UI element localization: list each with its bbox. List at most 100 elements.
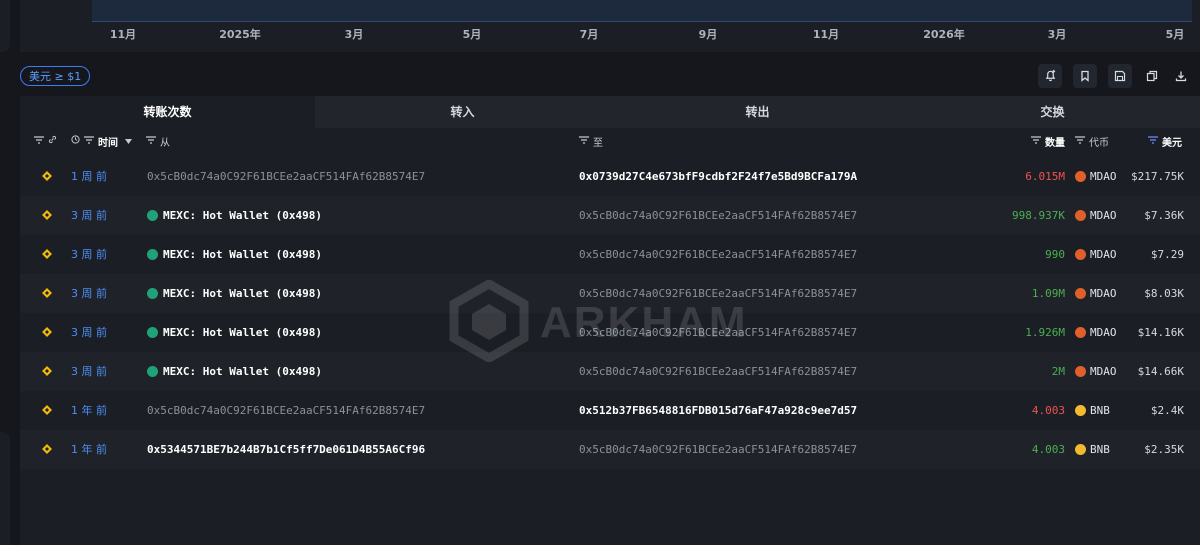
from-address[interactable]: MEXC: Hot Wallet (0x498) <box>147 313 567 352</box>
from-address[interactable]: MEXC: Hot Wallet (0x498) <box>147 274 567 313</box>
x-tick-label: 11月 <box>109 28 137 41</box>
usd-value: $217.75K <box>1131 170 1184 183</box>
from-address[interactable]: 0x5cB0dc74a0C92F61BCEe2aaCF514FAf62B8574… <box>147 157 567 196</box>
chart-plot-area <box>92 0 1192 22</box>
usd-value: $14.16K <box>1137 326 1184 339</box>
from-address-text: 0x5cB0dc74a0C92F61BCEe2aaCF514FAf62B8574… <box>147 170 426 183</box>
token-symbol: BNB <box>1090 443 1110 456</box>
transfer-tabs: 转账次数 转入 转出 交换 <box>20 96 1200 128</box>
from-address-text: MEXC: Hot Wallet (0x498) <box>163 248 322 261</box>
chain-icon <box>42 235 52 274</box>
amount-value: 998.937K <box>1012 209 1065 222</box>
to-address[interactable]: 0x5cB0dc74a0C92F61BCEe2aaCF514FAf62B8574… <box>579 235 999 274</box>
filter-icon <box>1031 135 1041 147</box>
time-link[interactable]: 3 周 前 <box>71 274 131 313</box>
save-icon <box>1114 67 1126 86</box>
x-tick-label: 5月 <box>462 28 482 41</box>
amount-value: 1.926M <box>1025 326 1065 339</box>
transfers-table: 转账次数 转入 转出 交换 时间 从 至 数量 代币 美元 1 周 前 0x5c… <box>20 96 1200 545</box>
time-link[interactable]: 3 周 前 <box>71 196 131 235</box>
to-address[interactable]: 0x5cB0dc74a0C92F61BCEe2aaCF514FAf62B8574… <box>579 196 999 235</box>
time-link[interactable]: 1 年 前 <box>71 430 131 469</box>
from-address[interactable]: 0x5344571BE7b244B7b1Cf5ff7De061D4B55A6Cf… <box>147 430 567 469</box>
time-link[interactable]: 1 年 前 <box>71 391 131 430</box>
to-address[interactable]: 0x5cB0dc74a0C92F61BCEe2aaCF514FAf62B8574… <box>579 313 999 352</box>
token-symbol: BNB <box>1090 404 1110 417</box>
usd-value: $7.29 <box>1150 248 1184 261</box>
table-row[interactable]: 3 周 前 MEXC: Hot Wallet (0x498) 0x5cB0dc74a… <box>20 352 1200 391</box>
table-row[interactable]: 1 年 前 0x5344571BE7b244B7b1Cf5ff7De061D4B5… <box>20 430 1200 469</box>
time-column-header[interactable]: 时间 <box>71 128 132 154</box>
time-header-label: 时间 <box>98 137 118 149</box>
table-row[interactable]: 3 周 前 MEXC: Hot Wallet (0x498) 0x5cB0dc74a… <box>20 313 1200 352</box>
table-row[interactable]: 1 年 前 0x5cB0dc74a0C92F61BCEe2aaCF514FAf62… <box>20 391 1200 430</box>
usd-header-label: 美元 <box>1162 137 1182 149</box>
time-link[interactable]: 1 周 前 <box>71 157 131 196</box>
amount-column-header[interactable]: 数量 <box>1031 128 1065 154</box>
save-button[interactable] <box>1108 64 1132 88</box>
usd-column-header[interactable]: 美元 <box>1148 128 1182 154</box>
from-address-text: MEXC: Hot Wallet (0x498) <box>163 326 322 339</box>
to-address[interactable]: 0x5cB0dc74a0C92F61BCEe2aaCF514FAf62B8574… <box>579 352 999 391</box>
x-tick-label: 7月 <box>579 28 599 41</box>
tab-transfers[interactable]: 转账次数 <box>20 96 315 128</box>
usd-value: $7.36K <box>1144 209 1184 222</box>
download-button[interactable] <box>1172 64 1190 88</box>
usd-filter-chip[interactable]: 美元 ≥ $1 <box>20 66 91 86</box>
bookmark-button[interactable] <box>1073 64 1097 88</box>
to-address[interactable]: 0x5cB0dc74a0C92F61BCEe2aaCF514FAf62B8574… <box>579 274 999 313</box>
time-link[interactable]: 3 周 前 <box>71 352 131 391</box>
to-header-label: 至 <box>593 137 603 149</box>
chain-icon <box>42 391 52 430</box>
from-address-text: MEXC: Hot Wallet (0x498) <box>163 209 322 222</box>
filter-icon <box>1075 135 1085 147</box>
filter-icon <box>84 135 94 147</box>
from-address[interactable]: 0x5cB0dc74a0C92F61BCEe2aaCF514FAf62B8574… <box>147 391 567 430</box>
alert-button[interactable] <box>1038 64 1062 88</box>
filter-active-icon <box>1148 135 1158 147</box>
from-address-text: 0x5344571BE7b244B7b1Cf5ff7De061D4B55A6Cf… <box>147 443 426 456</box>
token-icon <box>1075 366 1086 377</box>
table-row[interactable]: 1 周 前 0x5cB0dc74a0C92F61BCEe2aaCF514FAf62… <box>20 157 1200 196</box>
x-tick-label: 11月 <box>812 28 840 41</box>
x-tick-label: 9月 <box>698 28 718 41</box>
to-address[interactable]: 0x0739d27C4e673bfF9cdbf2F24f7e5Bd9BCFa17… <box>579 157 999 196</box>
tab-swaps[interactable]: 交换 <box>905 96 1200 128</box>
filter-icon <box>579 135 589 147</box>
chain-icon <box>42 274 52 313</box>
tab-inflow[interactable]: 转入 <box>315 96 610 128</box>
table-row[interactable]: 3 周 前 MEXC: Hot Wallet (0x498) 0x5cB0dc74a… <box>20 235 1200 274</box>
to-address[interactable]: 0x512b37FB6548816FDB015d76aF47a928c9ee7d… <box>579 391 999 430</box>
token-column-header[interactable]: 代币 <box>1075 128 1109 154</box>
from-column-header[interactable]: 从 <box>146 128 170 154</box>
amount-header-label: 数量 <box>1045 137 1065 149</box>
chain-filter[interactable] <box>34 128 57 154</box>
from-address[interactable]: MEXC: Hot Wallet (0x498) <box>147 352 567 391</box>
from-address[interactable]: MEXC: Hot Wallet (0x498) <box>147 196 567 235</box>
token-icon <box>1075 444 1086 455</box>
copy-button[interactable] <box>1143 64 1161 88</box>
amount-value: 1.09M <box>1031 287 1065 300</box>
to-column-header[interactable]: 至 <box>579 128 603 154</box>
tab-outflow[interactable]: 转出 <box>610 96 905 128</box>
time-link[interactable]: 3 周 前 <box>71 313 131 352</box>
token-icon <box>1075 327 1086 338</box>
table-row[interactable]: 3 周 前 MEXC: Hot Wallet (0x498) 0x5cB0dc74a… <box>20 196 1200 235</box>
usd-value: $8.03K <box>1144 287 1184 300</box>
exchange-entity-icon <box>147 249 158 260</box>
exchange-entity-icon <box>147 210 158 221</box>
time-link[interactable]: 3 周 前 <box>71 235 131 274</box>
from-address-text: MEXC: Hot Wallet (0x498) <box>163 287 322 300</box>
to-address[interactable]: 0x5cB0dc74a0C92F61BCEe2aaCF514FAf62B8574… <box>579 430 999 469</box>
table-row[interactable]: 3 周 前 MEXC: Hot Wallet (0x498) 0x5cB0dc74a… <box>20 274 1200 313</box>
x-tick-label: 3月 <box>1047 28 1067 41</box>
exchange-entity-icon <box>147 366 158 377</box>
x-tick-label: 2025年 <box>219 28 261 41</box>
from-address[interactable]: MEXC: Hot Wallet (0x498) <box>147 235 567 274</box>
amount-value: 6.015M <box>1025 170 1065 183</box>
from-header-label: 从 <box>160 137 170 149</box>
balance-chart: 11月 2025年 3月 5月 7月 9月 11月 2026年 3月 5月 <box>20 0 1200 52</box>
token-icon <box>1075 288 1086 299</box>
amount-value: 4.003 <box>1031 443 1065 456</box>
amount-value: 990 <box>1045 248 1065 261</box>
